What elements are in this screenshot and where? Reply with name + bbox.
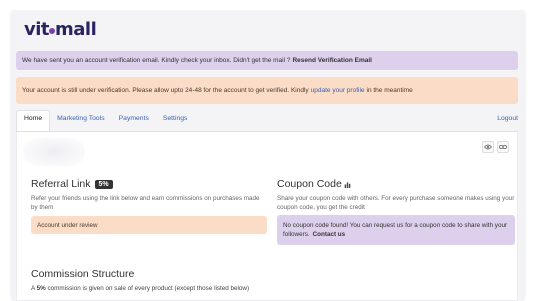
tab-payments[interactable]: Payments [112, 110, 156, 131]
commission-description: A 5% commission is given on sale of ever… [31, 284, 511, 293]
commission-badge: 5% [94, 179, 113, 189]
pending-alert-text-end: in the meantime [366, 87, 413, 94]
commission-title-text: Commission Structure [31, 268, 135, 280]
verification-alert: We have sent you an account verification… [16, 51, 518, 70]
contact-us-link[interactable]: Contact us [313, 231, 346, 238]
commission-text-end: commission is given on sale of every pro… [47, 285, 250, 292]
logo-part1: vit [24, 19, 50, 40]
resend-verification-link[interactable]: Resend Verification Email [292, 57, 371, 64]
logo-part2: mall [55, 19, 97, 40]
tab-bar: Home Marketing Tools Payments Settings L… [16, 110, 518, 132]
commission-structure-title: Commission Structure [31, 268, 134, 280]
logout-link[interactable]: Logout [497, 110, 518, 131]
eye-icon[interactable] [482, 141, 494, 153]
account-review-text: Account under review [37, 221, 98, 229]
coupon-notice: No coupon code found! You can request us… [277, 215, 515, 245]
logo[interactable]: vit mall [24, 19, 97, 40]
tab-home[interactable]: Home [16, 110, 51, 131]
pending-verification-alert: Your account is still under verification… [16, 77, 518, 104]
tab-settings[interactable]: Settings [156, 110, 195, 131]
home-panel: Referral Link 5% Refer your friends usin… [16, 132, 518, 301]
link-icon[interactable] [497, 141, 509, 153]
referral-title-text: Referral Link [31, 178, 91, 190]
verification-alert-text: We have sent you an account verification… [22, 57, 291, 64]
page: vit mall We have sent you an account veri… [10, 10, 526, 301]
coupon-code-title: Coupon Code [277, 178, 351, 190]
coupon-title-text: Coupon Code [277, 178, 342, 190]
referral-description: Refer your friends using the link below … [31, 195, 260, 211]
commission-text-start: A [31, 285, 35, 292]
account-review-notice: Account under review [31, 216, 267, 234]
referral-link-title: Referral Link 5% [31, 178, 113, 190]
coupon-notice-text: No coupon code found! You can request us… [283, 221, 509, 239]
chart-icon [344, 181, 351, 188]
pending-alert-text: Your account is still under verification… [22, 87, 309, 94]
update-profile-link[interactable]: update your profile [311, 87, 365, 94]
avatar [23, 138, 85, 166]
coupon-description: Share your coupon code with others. For … [277, 195, 515, 211]
tab-marketing-tools[interactable]: Marketing Tools [50, 110, 111, 131]
commission-percent: 5% [36, 285, 46, 292]
